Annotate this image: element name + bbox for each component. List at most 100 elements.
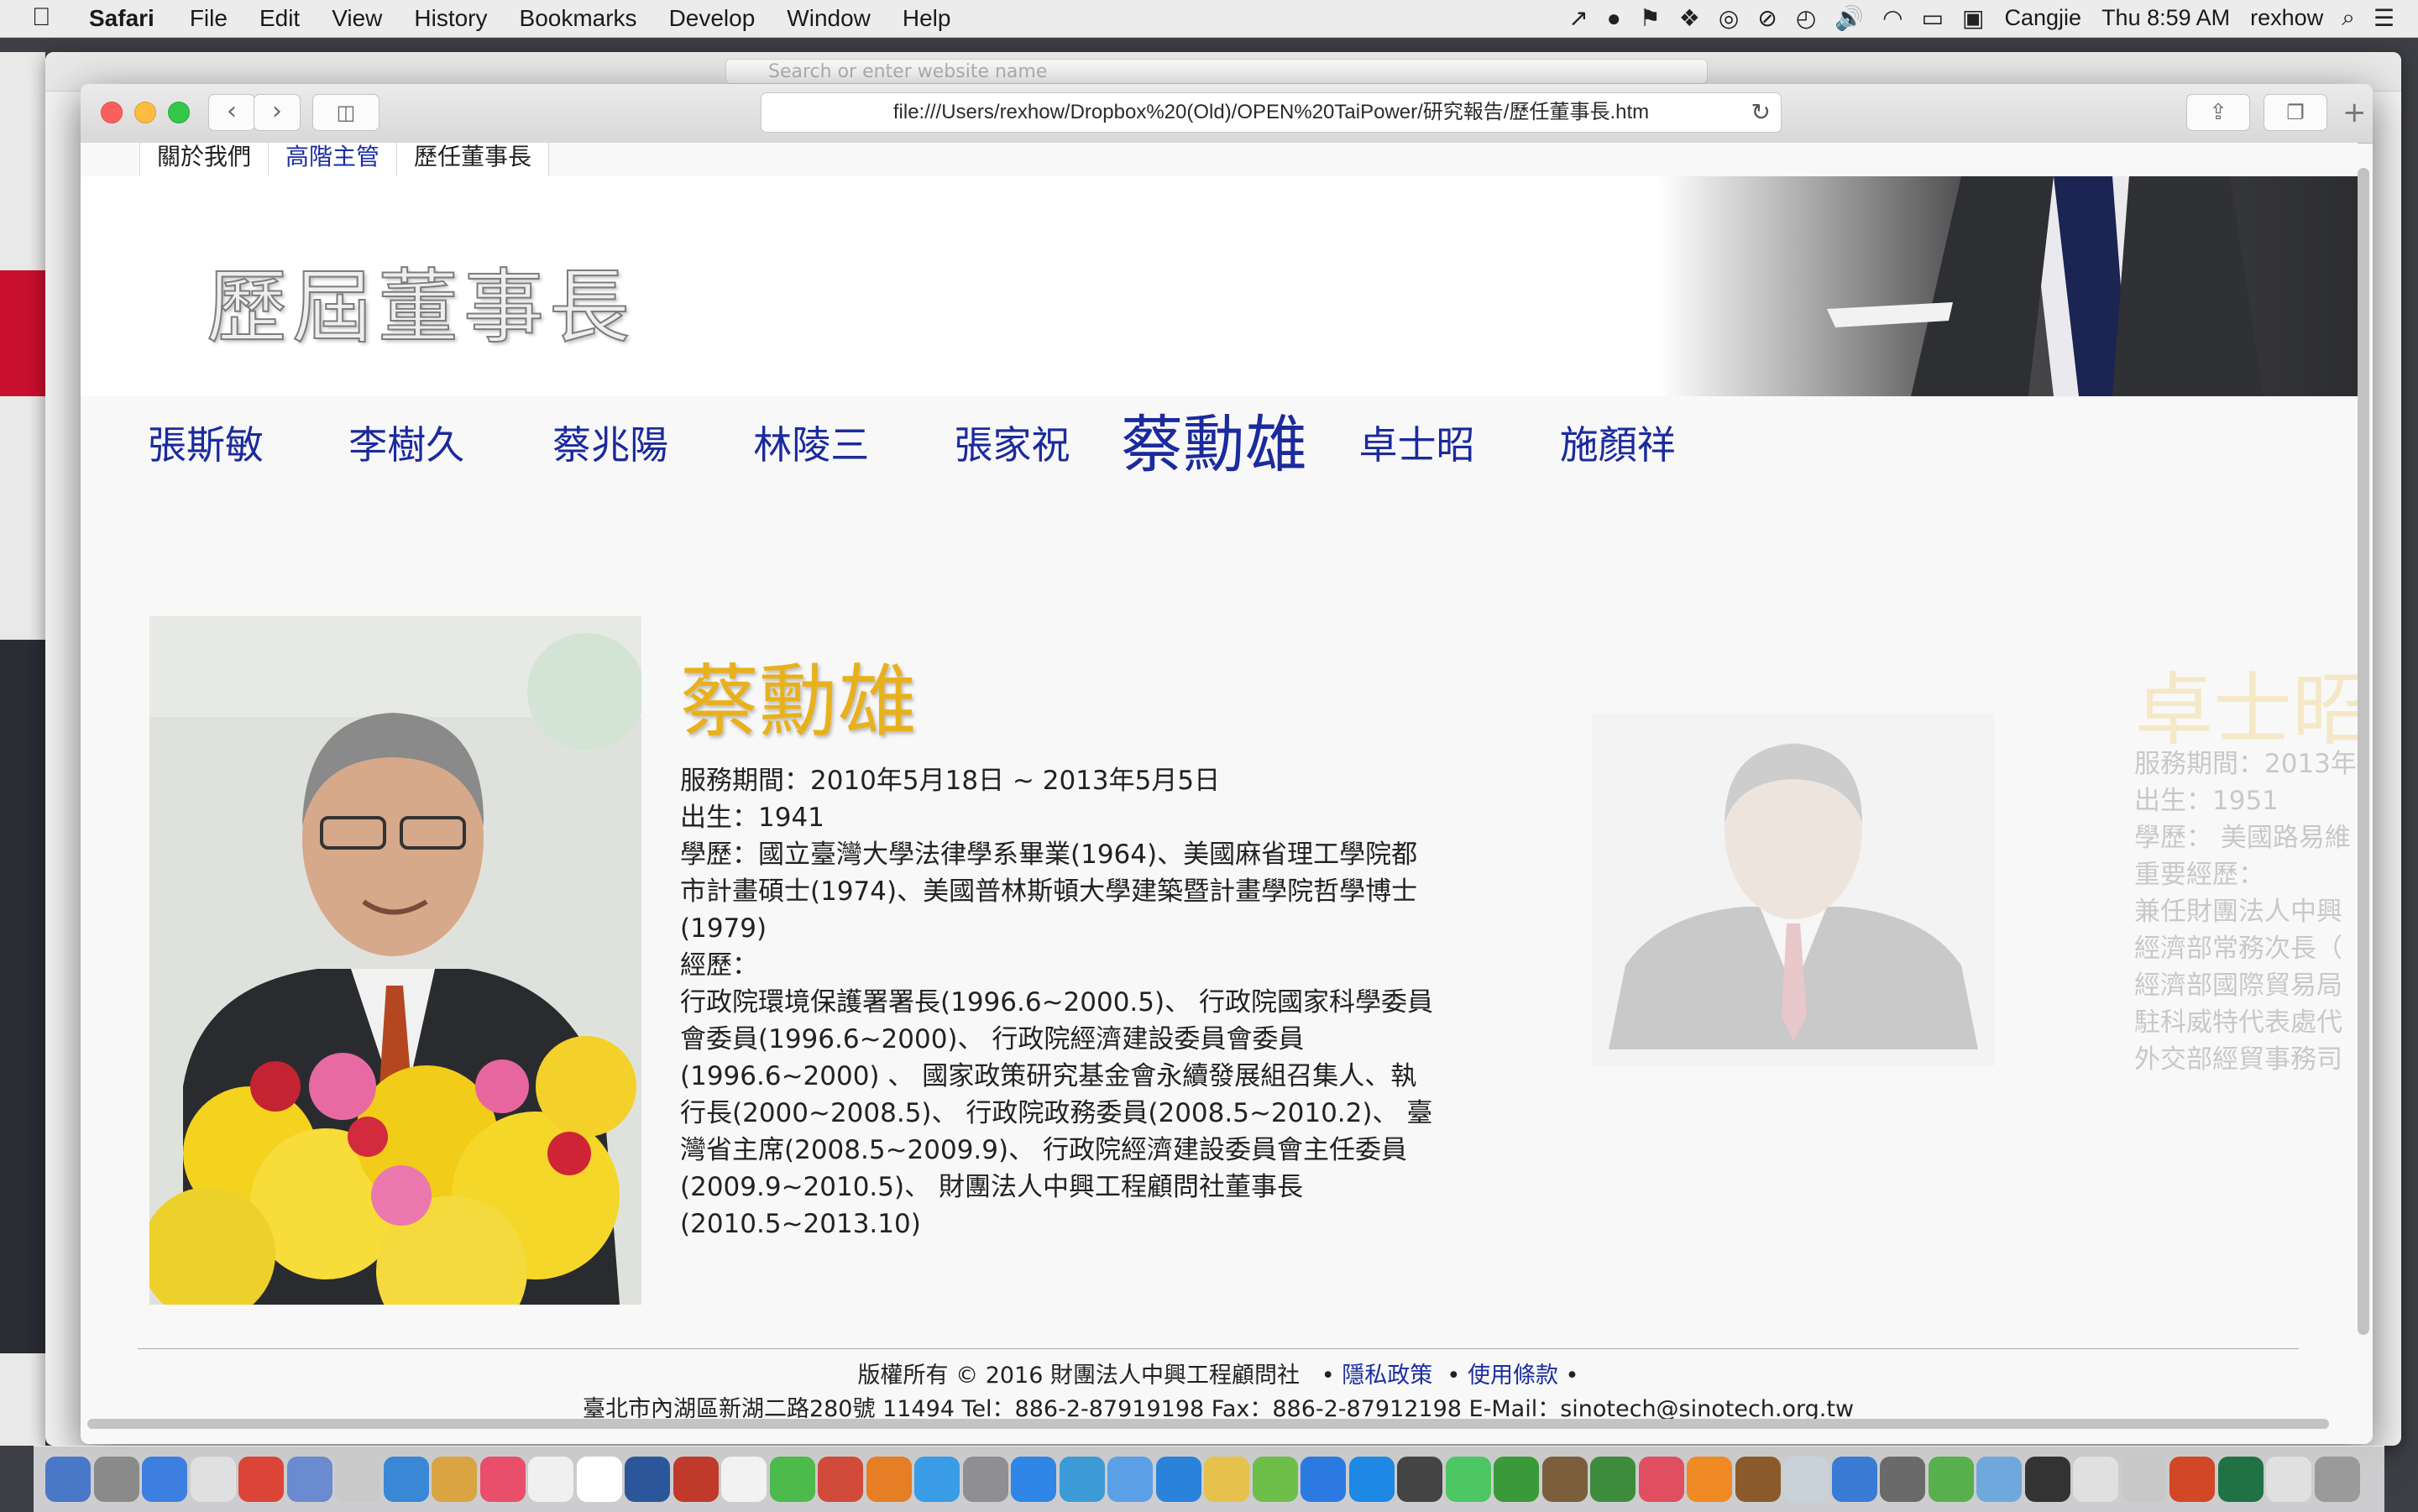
dock-app-icon[interactable] [2121,1457,2167,1502]
chairman-nav-item[interactable]: 林陵三 [753,395,869,495]
time-machine-icon[interactable]: ◴ [1796,4,1816,32]
dock-app-icon[interactable] [1445,1457,1491,1502]
menu-window[interactable]: Window [787,5,871,32]
notification-center-icon[interactable]: ☰ [2374,4,2394,32]
dock-app-icon[interactable] [1059,1457,1105,1502]
evernote-icon[interactable]: ⚑ [1640,4,1661,32]
reload-icon[interactable]: ↻ [1751,93,1771,132]
chairman-nav-item[interactable]: 蔡勳雄 [1121,395,1307,495]
cursor-tool-icon[interactable]: ↗ [1568,4,1588,32]
dock-app-icon[interactable] [673,1457,719,1502]
address-bar[interactable]: file:///Users/rexhow/Dropbox%20(Old)/OPE… [761,92,1782,133]
user-name[interactable]: rexhow [2250,5,2323,31]
dock-app-icon[interactable] [1204,1457,1249,1502]
dock-app-icon[interactable] [479,1457,526,1502]
dock-app-icon[interactable] [866,1457,912,1502]
top-nav-tab[interactable]: 關於我們 [139,143,270,177]
forward-button[interactable]: › [254,94,301,131]
dock-app-icon[interactable] [1638,1457,1684,1502]
chairman-nav-item[interactable]: 卓士昭 [1359,395,1475,495]
menu-file[interactable]: File [190,5,228,32]
line-icon[interactable]: ● [1607,5,1621,32]
dock-app-icon[interactable] [1831,1457,1877,1502]
dock-app-icon[interactable] [383,1457,429,1502]
dock-app-icon[interactable] [1928,1457,1974,1502]
dock-app-icon[interactable] [1880,1457,1925,1502]
background-address-bar[interactable]: Search or enter website name [725,59,1708,84]
volume-icon[interactable]: 🔊 [1834,4,1864,32]
dock-app-icon[interactable] [1011,1457,1056,1502]
spotlight-search-icon[interactable]: ⌕ [2342,4,2355,32]
dock-app-icon[interactable] [818,1457,863,1502]
dock-app-icon[interactable] [1107,1457,1153,1502]
vertical-scrollbar[interactable] [2358,168,2369,1335]
dock-app-icon[interactable] [1783,1457,1829,1502]
dock-app-icon[interactable] [962,1457,1008,1502]
chairman-nav-item[interactable]: 蔡兆陽 [552,395,668,495]
dock-app-icon[interactable] [1155,1457,1201,1502]
dock-app-icon[interactable] [335,1457,380,1502]
top-nav-tab[interactable]: 高階主管 [268,143,398,177]
dock-app-icon[interactable] [93,1457,139,1502]
dock-app-icon[interactable] [1590,1457,1636,1502]
zoom-window-button[interactable] [168,102,190,123]
do-not-disturb-icon[interactable]: ⊘ [1757,4,1777,32]
dock-app-icon[interactable] [914,1457,960,1502]
battery-icon[interactable]: ▭ [1922,4,1944,32]
dock-app-icon[interactable] [45,1457,91,1502]
dock-app-icon[interactable] [1687,1457,1732,1502]
dock-app-icon[interactable] [2217,1457,2264,1502]
minimize-window-button[interactable] [134,102,156,123]
app-menu-safari[interactable]: Safari [89,5,154,32]
privacy-link[interactable]: 隱私政策 [1342,1363,1432,1389]
dock-app-icon[interactable] [432,1457,477,1502]
dock-app-icon[interactable] [2314,1457,2360,1502]
menu-help[interactable]: Help [903,5,951,32]
top-nav-tab[interactable]: 歷任董事長 [396,143,550,177]
dock-app-icon[interactable] [576,1457,622,1502]
dock-app-icon[interactable] [2073,1457,2118,1502]
input-method-label[interactable]: Cangjie [2005,5,2082,31]
dock-app-icon[interactable] [528,1457,573,1502]
dock-app-icon[interactable] [1301,1457,1346,1502]
chairman-nav-item[interactable]: 張家祝 [954,395,1070,495]
dropbox-icon[interactable]: ❖ [1679,4,1700,32]
sidebar-button[interactable]: ◫ [312,94,379,131]
menu-view[interactable]: View [332,5,382,32]
dock-app-icon[interactable] [1348,1457,1395,1502]
chairman-nav-item[interactable]: 施顏祥 [1560,395,1676,495]
menu-edit[interactable]: Edit [259,5,300,32]
menu-history[interactable]: History [414,5,487,32]
close-window-button[interactable] [101,102,123,123]
dock-app-icon[interactable] [1541,1457,1588,1502]
dock-app-icon[interactable] [625,1457,670,1502]
dock-app-icon[interactable] [1494,1457,1539,1502]
dock-app-icon[interactable] [1397,1457,1442,1502]
creative-cloud-icon[interactable]: ◎ [1719,4,1739,32]
menu-develop[interactable]: Develop [669,5,756,32]
dock-app-icon[interactable] [1976,1457,2022,1502]
dock-app-icon[interactable] [769,1457,815,1502]
dock-app-icon[interactable] [238,1457,284,1502]
tabs-overview-button[interactable]: ❐ [2264,94,2327,131]
terms-link[interactable]: 使用條款 [1468,1363,1558,1389]
dock-app-icon[interactable] [1252,1457,1298,1502]
dock-app-icon[interactable] [1735,1457,1781,1502]
dock-app-icon[interactable] [190,1457,236,1502]
dock-app-icon[interactable] [142,1457,187,1502]
apple-menu-icon[interactable]:  [32,3,51,32]
dock-app-icon[interactable] [721,1457,767,1502]
back-button[interactable]: ‹ [208,94,255,131]
share-button[interactable]: ⇪ [2186,94,2250,131]
chairman-nav-item[interactable]: 李樹久 [348,395,464,495]
dock-app-icon[interactable] [286,1457,332,1502]
menu-bookmarks[interactable]: Bookmarks [520,5,637,32]
wifi-icon[interactable]: ◠ [1882,4,1902,32]
dock-app-icon[interactable] [2266,1457,2311,1502]
chairman-nav-item[interactable]: 張斯敏 [148,395,264,495]
dock-app-icon[interactable] [2169,1457,2215,1502]
clock[interactable]: Thu 8:59 AM [2101,5,2230,31]
input-method-icon[interactable]: ▣ [1962,4,1984,32]
horizontal-scrollbar[interactable] [87,1419,2329,1429]
dock-app-icon[interactable] [2024,1457,2070,1502]
